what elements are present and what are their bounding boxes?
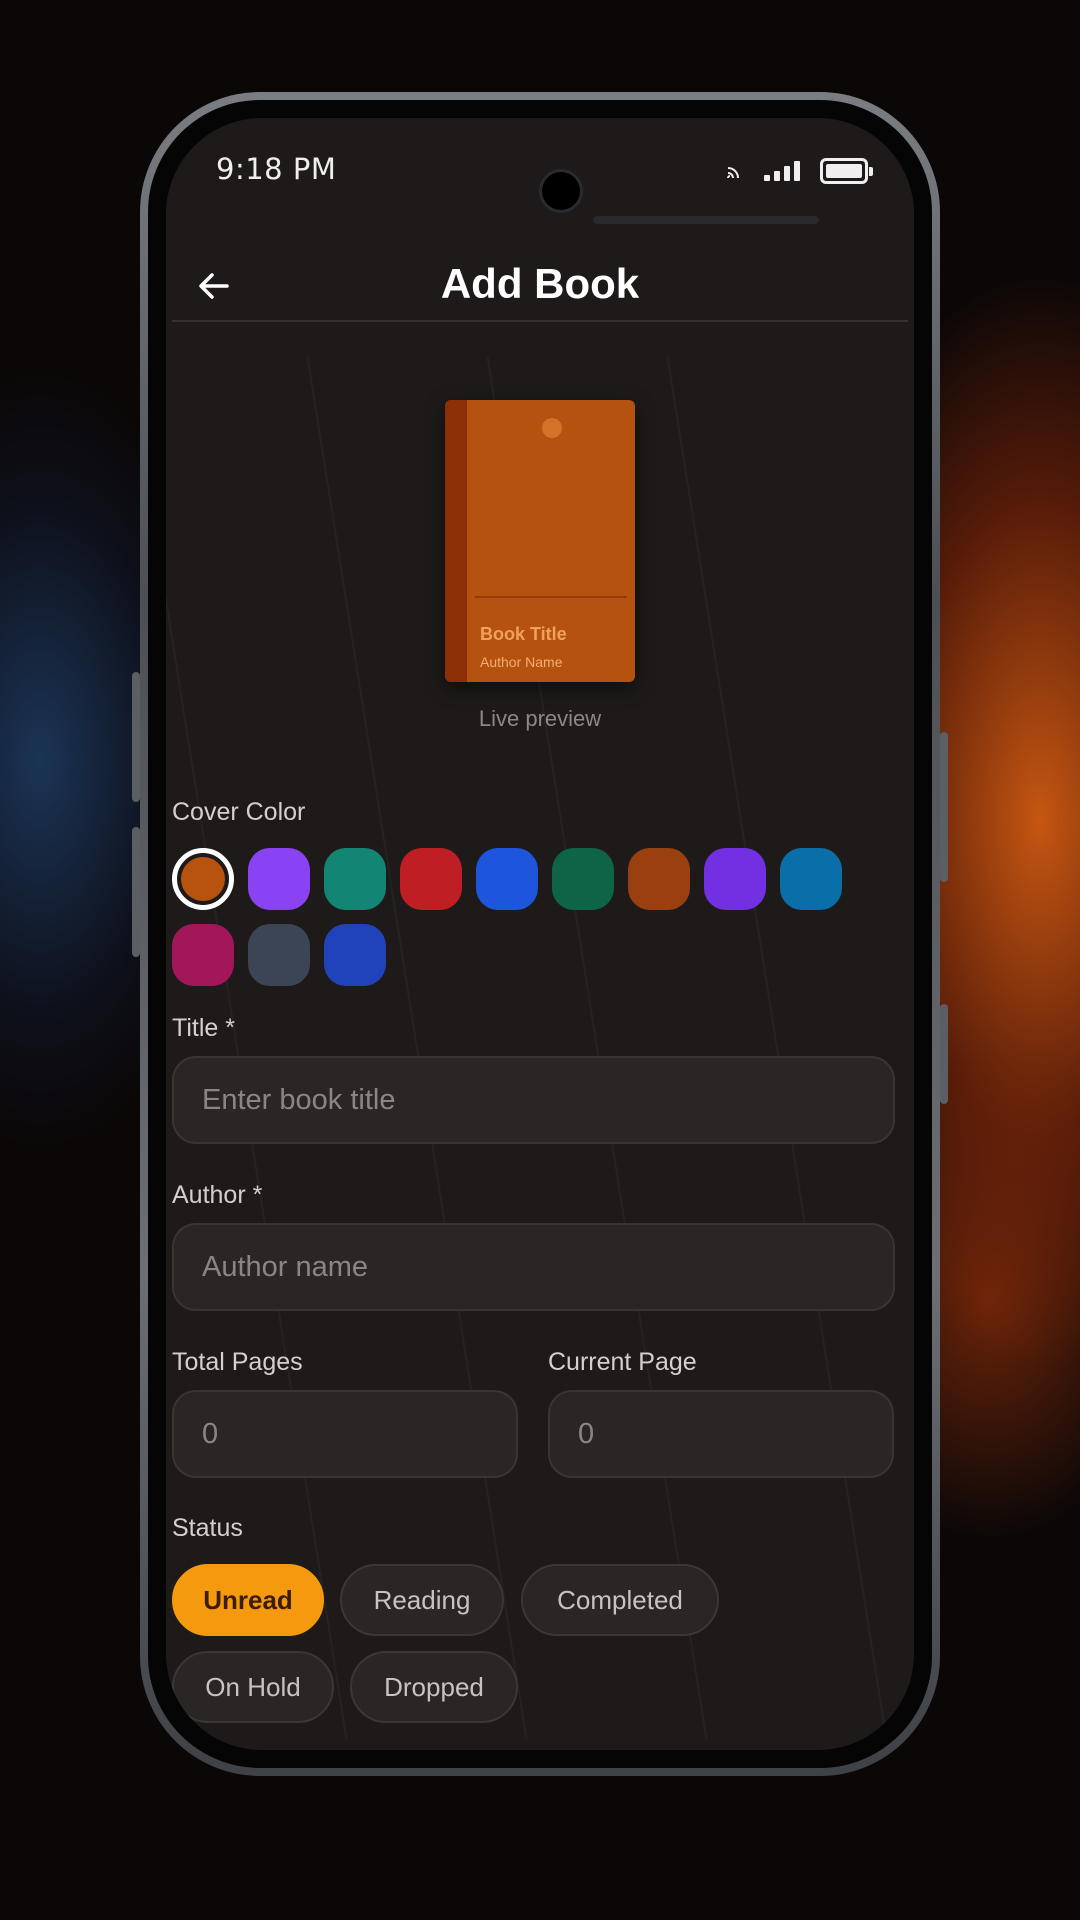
background-streak bbox=[666, 356, 888, 1740]
color-swatch[interactable] bbox=[780, 848, 842, 910]
app-bar: Add Book bbox=[166, 238, 914, 342]
title-input[interactable] bbox=[172, 1056, 895, 1144]
color-swatch[interactable] bbox=[400, 848, 462, 910]
total-pages-label: Total Pages bbox=[172, 1348, 303, 1376]
status-chip-reading[interactable]: Reading bbox=[340, 1564, 504, 1636]
status-time: 9:18 PM bbox=[216, 152, 337, 186]
earpiece-speaker bbox=[593, 216, 819, 224]
status-chip-on-hold[interactable]: On Hold bbox=[172, 1651, 334, 1723]
cast-icon bbox=[727, 167, 739, 179]
color-swatch[interactable] bbox=[476, 848, 538, 910]
front-camera bbox=[539, 169, 583, 213]
app-screen: 9:18 PM Add Book Book Title Author Name … bbox=[166, 118, 914, 1750]
side-key bbox=[940, 1004, 948, 1104]
header-divider bbox=[172, 320, 908, 322]
color-swatch[interactable] bbox=[172, 924, 234, 986]
status-label: Status bbox=[172, 1514, 243, 1542]
preview-author: Author Name bbox=[480, 654, 563, 670]
cover-dot bbox=[542, 418, 562, 438]
status-chip-dropped[interactable]: Dropped bbox=[350, 1651, 518, 1723]
preview-caption: Live preview bbox=[478, 706, 602, 731]
phone-frame: 9:18 PM Add Book Book Title Author Name … bbox=[132, 92, 948, 1776]
book-spine bbox=[445, 400, 467, 682]
signal-icon bbox=[764, 161, 800, 181]
page-title: Add Book bbox=[440, 260, 640, 307]
phone-bezel: 9:18 PM Add Book Book Title Author Name … bbox=[148, 100, 932, 1768]
cover-rule bbox=[475, 596, 627, 598]
preview-book-title: Book Title bbox=[480, 624, 567, 644]
color-swatch[interactable] bbox=[324, 924, 386, 986]
current-page-input[interactable] bbox=[548, 1390, 894, 1478]
color-swatch[interactable] bbox=[628, 848, 690, 910]
status-icons bbox=[726, 158, 873, 184]
color-swatch[interactable] bbox=[172, 848, 234, 910]
author-label: Author * bbox=[172, 1181, 263, 1209]
cover-color-label: Cover Color bbox=[172, 798, 306, 826]
volume-up-button bbox=[132, 672, 140, 802]
selected-swatch-fill bbox=[181, 857, 225, 901]
status-chip-unread[interactable]: Unread bbox=[172, 1564, 324, 1636]
color-swatch[interactable] bbox=[248, 924, 310, 986]
color-swatch[interactable] bbox=[324, 848, 386, 910]
book-cover-preview: Book Title Author Name bbox=[445, 400, 635, 682]
author-input[interactable] bbox=[172, 1223, 895, 1311]
volume-down-button bbox=[132, 827, 140, 957]
current-page-label: Current Page bbox=[548, 1348, 697, 1376]
color-swatch[interactable] bbox=[552, 848, 614, 910]
status-chip-completed[interactable]: Completed bbox=[521, 1564, 719, 1636]
power-button bbox=[940, 732, 948, 882]
color-swatch[interactable] bbox=[248, 848, 310, 910]
total-pages-input[interactable] bbox=[172, 1390, 518, 1478]
title-label: Title * bbox=[172, 1014, 235, 1042]
color-swatch[interactable] bbox=[704, 848, 766, 910]
battery-icon bbox=[820, 158, 873, 184]
